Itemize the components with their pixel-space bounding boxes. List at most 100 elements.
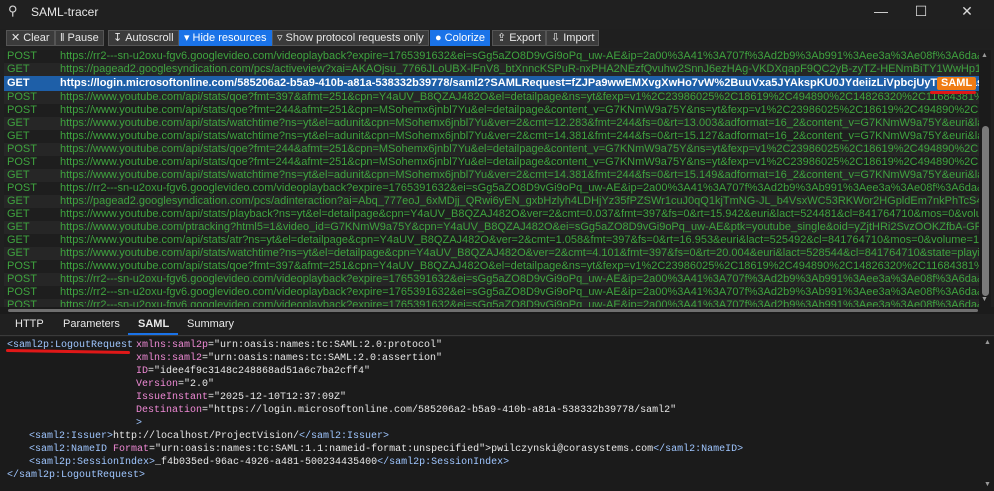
table-row[interactable]: POST https://www.youtube.com/api/stats/qo… [4, 91, 979, 104]
request-list-hscrollbar[interactable] [0, 307, 994, 314]
request-method: GET [7, 208, 30, 220]
xml-attr-value: ="2.0" [178, 379, 215, 390]
request-method: POST [7, 156, 37, 168]
table-row[interactable]: POST https://rr2---sn-u2oxu-fgv6.googlevi… [4, 50, 979, 63]
tab-summary[interactable]: Summary [187, 318, 234, 330]
request-url: https://www.youtube.com/api/stats/watcht… [60, 117, 979, 129]
request-method: POST [7, 286, 37, 298]
xml-view-scrollbar[interactable]: ▲ ▼ [980, 337, 994, 491]
xml-attr-value: ="idee4f9c3148c248868ad51a6c7ba2cff4" [148, 366, 371, 377]
title-bar: ⚲ SAML-tracer — ☐ ✕ [0, 0, 994, 24]
scroll-up-icon[interactable]: ▲ [981, 52, 988, 59]
close-button[interactable]: ✕ [944, 0, 990, 24]
show-protocol-requests-button[interactable]: ▿ Show protocol requests only [272, 30, 429, 46]
table-row-selected[interactable]: GET https://login.microsoftonline.com/585… [4, 76, 979, 91]
clear-button[interactable]: ✕ Clear [6, 30, 55, 46]
table-row[interactable]: GET https://www.youtube.com/api/stats/wat… [4, 117, 979, 130]
xml-attr-value: ="urn:oasis:names:tc:SAML:2.0:assertion" [202, 353, 443, 364]
request-list-scrollbar[interactable]: ▲ ▼ [979, 50, 991, 307]
xml-attr-name: Destination [136, 405, 203, 416]
import-button[interactable]: ⇩ Import [546, 30, 600, 46]
request-url: https://rr2---sn-u2oxu-fgv6.googlevideo.… [60, 273, 979, 285]
table-row[interactable]: POST https://rr2---sn-u2oxu-fgv6.googlevi… [4, 286, 979, 299]
pause-icon: ‖ [60, 32, 65, 44]
scroll-up-icon[interactable]: ▲ [984, 339, 991, 346]
autoscroll-button[interactable]: ↧ Autoscroll [108, 30, 179, 46]
scroll-down-icon[interactable]: ▼ [981, 296, 988, 303]
saml-tracer-logo-icon: ⚲ [8, 3, 18, 18]
hide-resources-button[interactable]: ▾ Hide resources [179, 30, 272, 46]
request-method: POST [7, 299, 37, 307]
maximize-button[interactable]: ☐ [898, 0, 944, 24]
request-url: https://www.youtube.com/api/stats/watcht… [60, 247, 979, 259]
request-method: GET [7, 247, 30, 259]
request-url: https://www.youtube.com/api/stats/watcht… [60, 169, 979, 181]
request-url: https://pagead2.googlesyndication.com/pc… [60, 63, 979, 75]
request-method: POST [7, 143, 37, 155]
xml-attr-name: Version [136, 379, 179, 390]
xml-tag-close-bracket: > [136, 418, 143, 429]
table-row[interactable]: POST https://www.youtube.com/api/stats/qo… [4, 156, 979, 169]
request-url: https://login.microsoftonline.com/585206… [60, 77, 979, 89]
request-url: https://www.youtube.com/api/stats/qoe?fm… [60, 260, 979, 272]
request-url: https://rr2---sn-u2oxu-fgv6.googlevideo.… [60, 50, 979, 62]
xml-issuer-text: http://localhost/ProjectVision/ [113, 431, 300, 442]
active-tab-indicator [128, 333, 178, 335]
table-row[interactable]: GET https://www.youtube.com/api/stats/pla… [4, 208, 979, 221]
toolbar: ✕ Clear ‖ Pause ↧ Autoscroll ▾ Hide resource… [0, 29, 994, 48]
table-row[interactable]: POST https://www.youtube.com/api/stats/qo… [4, 260, 979, 273]
xml-attr-value: ="urn:oasis:names:tc:SAML:1.1:nameid-for… [149, 444, 492, 455]
window-title: SAML-tracer [31, 5, 99, 19]
table-row[interactable]: GET https://pagead2.googlesyndication.com… [4, 195, 979, 208]
xml-attr-value: ="2025-12-10T12:37:09Z" [208, 392, 347, 403]
request-method: GET [7, 169, 30, 181]
request-method: POST [7, 104, 37, 116]
table-row[interactable]: GET https://www.youtube.com/api/stats/atr… [4, 234, 979, 247]
request-url: https://www.youtube.com/api/stats/playba… [60, 208, 979, 220]
request-method: GET [7, 63, 30, 75]
request-url: https://rr2---sn-u2oxu-fgv6.googlevideo.… [60, 286, 979, 298]
table-row[interactable]: GET https://www.youtube.com/api/stats/wat… [4, 130, 979, 143]
tab-http[interactable]: HTTP [15, 318, 44, 330]
table-row[interactable]: POST https://www.youtube.com/api/stats/qo… [4, 143, 979, 156]
xml-session-text: _f4b035ed-96ac-4926-a481-500234435400 [155, 457, 378, 468]
tab-parameters[interactable]: Parameters [63, 318, 120, 330]
clear-icon: ✕ [11, 32, 21, 44]
export-icon: ⇪ [497, 32, 507, 44]
request-url: https://pagead2.googlesyndication.com/pc… [60, 195, 979, 207]
xml-nameid-text: pwilczynski@corasystems.com [491, 444, 654, 455]
request-method: POST [7, 182, 37, 194]
table-row[interactable]: GET https://www.youtube.com/api/stats/wat… [4, 247, 979, 260]
table-row[interactable]: GET https://www.youtube.com/ptracking?htm… [4, 221, 979, 234]
red-annotation-underline [930, 91, 976, 94]
table-row[interactable]: POST https://rr2---sn-u2oxu-fgv6.googlevi… [4, 182, 979, 195]
table-row[interactable]: GET https://www.youtube.com/api/stats/wat… [4, 169, 979, 182]
xml-session-open: <saml2p:SessionIndex> [29, 457, 156, 468]
xml-attr-value: ="urn:oasis:names:tc:SAML:2.0:protocol" [208, 340, 443, 351]
table-row[interactable]: POST https://www.youtube.com/api/stats/qo… [4, 104, 979, 117]
request-method: GET [7, 130, 30, 142]
request-method: GET [7, 234, 30, 246]
table-row[interactable]: GET https://pagead2.googlesyndication.com… [4, 63, 979, 76]
pause-button[interactable]: ‖ Pause [55, 30, 104, 46]
xml-attr-name: xmlns:saml2 [136, 353, 203, 364]
table-row[interactable]: POST https://rr2---sn-u2oxu-fgv6.googlevi… [4, 299, 979, 307]
request-list[interactable]: POST https://rr2---sn-u2oxu-fgv6.googlevi… [4, 50, 979, 307]
saml-badge: SAML [937, 77, 977, 90]
colorize-button[interactable]: ● Colorize [430, 30, 491, 46]
xml-attr-name: ID [136, 366, 149, 377]
hscrollbar-thumb[interactable] [8, 309, 978, 312]
export-button[interactable]: ⇪ Export [492, 30, 547, 46]
scroll-down-icon[interactable]: ▼ [984, 481, 991, 488]
xml-nameid-close: </saml2:NameID> [653, 444, 744, 455]
filter-outline-icon: ▿ [277, 32, 283, 44]
tab-saml[interactable]: SAML [138, 318, 169, 330]
request-url: https://rr2---sn-u2oxu-fgv6.googlevideo.… [60, 299, 979, 307]
request-method: GET [7, 221, 30, 233]
xml-attr-name: xmlns:saml2p [136, 340, 209, 351]
scrollbar-thumb[interactable] [982, 126, 989, 296]
request-url: https://www.youtube.com/ptracking?html5=… [60, 221, 979, 233]
xml-issuer-open: <saml2:Issuer> [29, 431, 114, 442]
table-row[interactable]: POST https://rr2---sn-u2oxu-fgv6.googlevi… [4, 273, 979, 286]
request-url: https://www.youtube.com/api/stats/qoe?fm… [60, 143, 979, 155]
